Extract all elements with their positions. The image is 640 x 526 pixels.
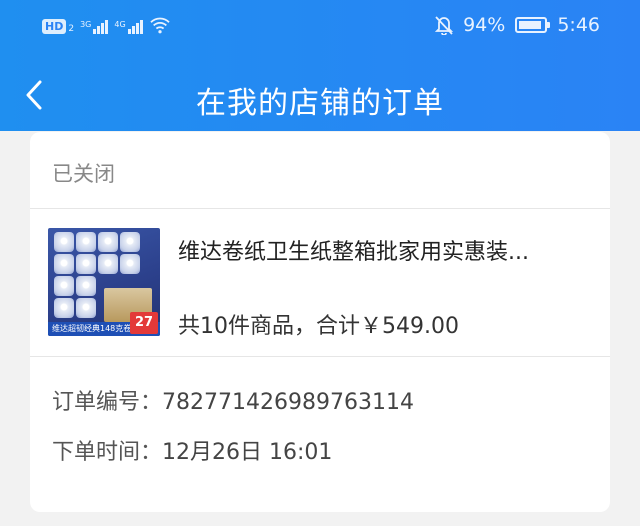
order-number-row: 订单编号：782771426989763114 [52, 384, 414, 416]
clock: 5:46 [557, 14, 600, 36]
thumb-price: 27 [130, 312, 158, 334]
header: HD 2 3G 4G 94% 5:46 在我的店铺的订单 [0, 0, 640, 131]
order-time-row: 下单时间：12月26日 16:01 [52, 434, 332, 466]
hd-icon: HD [42, 19, 67, 34]
nav-bar: 在我的店铺的订单 [0, 60, 640, 130]
battery-percent: 94% [463, 14, 506, 36]
network-3g-label: 3G [80, 20, 92, 29]
product-summary: 共10件商品，合计￥549.00 [178, 314, 459, 339]
status-right: 94% 5:46 [435, 14, 600, 36]
battery-icon [515, 17, 551, 33]
divider [30, 356, 610, 357]
order-number-value: 782771426989763114 [162, 390, 414, 415]
order-number-label: 订单编号： [52, 390, 163, 415]
order-time-value: 12月26日 16:01 [162, 440, 333, 465]
thumb-banner: 维达超韧经典148克卷纸 [52, 324, 140, 333]
order-time-label: 下单时间： [52, 440, 163, 465]
wifi-icon [150, 17, 170, 34]
hd-sub-label: 2 [68, 24, 75, 34]
signal-icon-2: 4G [114, 20, 143, 34]
status-bar: HD 2 3G 4G 94% 5:46 [0, 0, 640, 52]
order-status: 已关闭 [52, 162, 115, 186]
order-card[interactable]: 已关闭 维达超韧经典148克卷纸 27 维达卷纸卫生纸整箱批家用实惠装... 共… [30, 132, 610, 512]
mute-bell-icon [435, 16, 454, 35]
signal-icon: 3G [80, 20, 109, 34]
status-left: HD 2 3G 4G [42, 16, 171, 34]
product-thumbnail[interactable]: 维达超韧经典148克卷纸 27 [48, 228, 160, 336]
divider [30, 208, 610, 209]
page-title: 在我的店铺的订单 [196, 86, 444, 121]
network-4g-label: 4G [114, 20, 126, 29]
product-name[interactable]: 维达卷纸卫生纸整箱批家用实惠装... [178, 234, 588, 266]
